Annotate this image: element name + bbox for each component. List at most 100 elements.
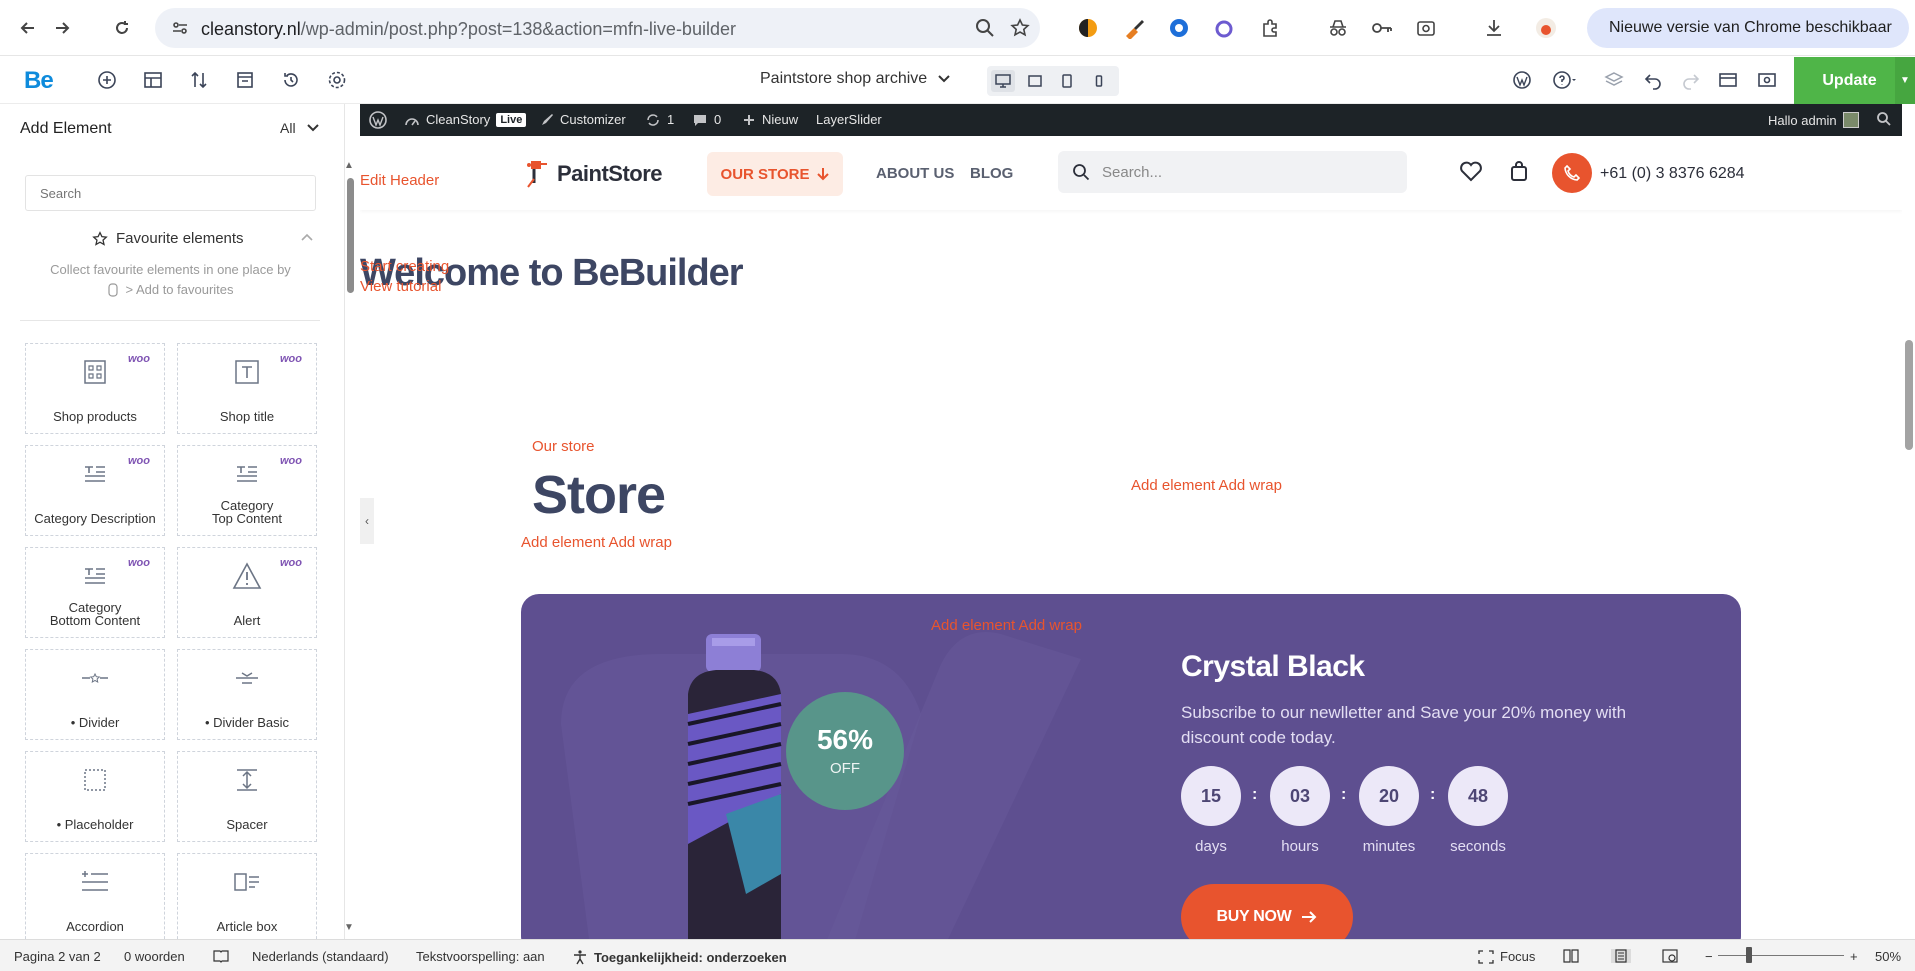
element-card[interactable]: • Divider Basic [177, 649, 317, 740]
extension-blue-icon[interactable] [1165, 14, 1193, 42]
zoom-slider-thumb[interactable] [1746, 947, 1752, 963]
nav-our-store[interactable]: OUR STORE [707, 152, 843, 196]
element-card[interactable]: woo Category Bottom Content [25, 547, 165, 638]
cart-bag-icon[interactable] [1509, 160, 1529, 182]
start-creating-link[interactable]: Start creating [360, 258, 449, 275]
add-element-wrap-right[interactable]: Add element Add wrap [1131, 477, 1282, 494]
extension-orange-icon[interactable] [1074, 14, 1102, 42]
tablet-view-icon[interactable] [1055, 70, 1079, 92]
adminbar-layerslider[interactable]: LayerSlider [816, 112, 882, 127]
site-info-icon[interactable] [171, 19, 189, 37]
zoom-out-icon[interactable]: − [1705, 949, 1713, 964]
phone-number[interactable]: +61 (0) 3 8376 6284 [1600, 165, 1745, 183]
accessibility-status[interactable]: Toegankelijkheid: onderzoeken [572, 949, 787, 965]
zoom-in-icon[interactable]: + [1850, 949, 1858, 964]
wordpress-logo-icon[interactable] [368, 110, 388, 130]
canvas-scrollbar[interactable] [1902, 104, 1915, 939]
sort-icon[interactable] [186, 67, 212, 93]
add-element-icon[interactable] [94, 67, 120, 93]
nav-blog[interactable]: BLOG [970, 165, 1013, 182]
settings-gear-icon[interactable] [324, 67, 350, 93]
reload-icon[interactable] [108, 14, 136, 42]
language-status[interactable]: Nederlands (standaard) [252, 949, 389, 964]
adminbar-new[interactable]: Nieuw [742, 112, 798, 127]
adminbar-search-icon[interactable] [1876, 111, 1892, 127]
focus-mode[interactable]: Focus [1478, 949, 1535, 964]
element-filter-dropdown[interactable]: All [280, 120, 320, 136]
help-icon[interactable] [1552, 67, 1578, 93]
element-card[interactable]: • Divider [25, 649, 165, 740]
update-options-icon[interactable]: ▼ [1895, 57, 1915, 104]
redo-icon[interactable] [1678, 67, 1704, 93]
word-count[interactable]: 0 woorden [124, 949, 185, 964]
download-icon[interactable] [1480, 14, 1508, 42]
proofing-book-icon[interactable] [213, 949, 229, 963]
history-icon[interactable] [278, 67, 304, 93]
web-layout-icon[interactable] [1662, 949, 1678, 963]
buy-now-button[interactable]: BUY NOW [1181, 884, 1353, 939]
address-bar[interactable]: cleanstory.nl/wp-admin/post.php?post=138… [155, 8, 1040, 48]
screenshot-lens-icon[interactable] [1412, 14, 1440, 42]
element-card[interactable]: woo Category Description [25, 445, 165, 536]
canvas-scrollbar-thumb[interactable] [1905, 340, 1913, 450]
read-mode-icon[interactable] [1563, 949, 1579, 963]
collapse-panel-icon[interactable]: ‹ [360, 498, 374, 544]
element-card[interactable]: • Placeholder [25, 751, 165, 842]
page-count[interactable]: Pagina 2 van 2 [14, 949, 101, 964]
incognito-icon[interactable] [1324, 14, 1352, 42]
panel-scrollbar-thumb[interactable] [347, 178, 354, 293]
adminbar-customizer[interactable]: Customizer [540, 112, 626, 127]
mobile-view-icon[interactable] [1087, 70, 1111, 92]
chrome-update-chip[interactable]: Nieuwe versie van Chrome beschikbaar [1587, 8, 1909, 48]
element-card[interactable]: Spacer [177, 751, 317, 842]
adminbar-account[interactable]: Hallo admin [1768, 112, 1859, 128]
add-element-wrap-left[interactable]: Add element Add wrap [521, 534, 672, 551]
favourites-header[interactable]: Favourite elements [92, 230, 244, 247]
view-tutorial-link[interactable]: View tutorial [360, 278, 441, 295]
element-card[interactable]: woo Shop products [25, 343, 165, 434]
zoom-icon[interactable] [975, 18, 995, 38]
zoom-slider[interactable] [1718, 955, 1844, 956]
phone-icon[interactable] [1552, 153, 1592, 193]
forward-icon[interactable] [48, 14, 76, 42]
password-key-icon[interactable] [1368, 14, 1396, 42]
paintstore-logo[interactable]: PaintStore [525, 157, 663, 191]
profile-avatar-icon[interactable] [1532, 14, 1560, 42]
wishlist-heart-icon[interactable] [1459, 160, 1483, 182]
wordpress-icon[interactable] [1509, 67, 1535, 93]
back-icon[interactable] [14, 14, 42, 42]
element-card[interactable]: Article box [177, 853, 317, 939]
add-to-favourites-link[interactable]: > Add to favourites [25, 280, 316, 300]
adminbar-site[interactable]: CleanStory Live [404, 112, 527, 127]
zoom-level[interactable]: 50% [1875, 949, 1901, 964]
element-card[interactable]: Accordion [25, 853, 165, 939]
undo-icon[interactable] [1640, 67, 1666, 93]
add-section-icon[interactable] [140, 67, 166, 93]
adminbar-comments[interactable]: 0 [692, 112, 721, 127]
pre-built-sections-icon[interactable] [232, 67, 258, 93]
adminbar-updates[interactable]: 1 [645, 112, 674, 127]
chevron-up-icon[interactable] [300, 232, 314, 242]
element-search-input[interactable] [25, 175, 316, 211]
view-eye-icon[interactable] [1754, 67, 1780, 93]
url-text[interactable]: cleanstory.nl/wp-admin/post.php?post=138… [201, 19, 736, 40]
page-selector[interactable]: Paintstore shop archive [760, 70, 951, 88]
update-button[interactable]: Update [1794, 57, 1905, 104]
scroll-down-icon[interactable]: ▼ [344, 922, 354, 933]
be-logo[interactable]: Be [24, 67, 54, 95]
extension-ring-icon[interactable] [1210, 14, 1238, 42]
bookmark-star-icon[interactable] [1010, 18, 1030, 38]
print-layout-icon[interactable] [1611, 949, 1631, 963]
element-card[interactable]: woo Alert [177, 547, 317, 638]
site-search-input[interactable]: Search... [1058, 151, 1407, 193]
text-prediction-status[interactable]: Tekstvoorspelling: aan [416, 949, 545, 964]
element-card[interactable]: woo Shop title [177, 343, 317, 434]
preview-icon[interactable] [1715, 67, 1741, 93]
edit-header-link[interactable]: Edit Header [360, 172, 439, 189]
desktop-view-icon[interactable] [991, 70, 1015, 92]
layers-icon[interactable] [1601, 67, 1627, 93]
extensions-puzzle-icon[interactable] [1256, 14, 1284, 42]
element-card[interactable]: woo Category Top Content [177, 445, 317, 536]
laptop-view-icon[interactable] [1023, 70, 1047, 92]
add-element-wrap-promo[interactable]: Add element Add wrap [931, 617, 1082, 634]
